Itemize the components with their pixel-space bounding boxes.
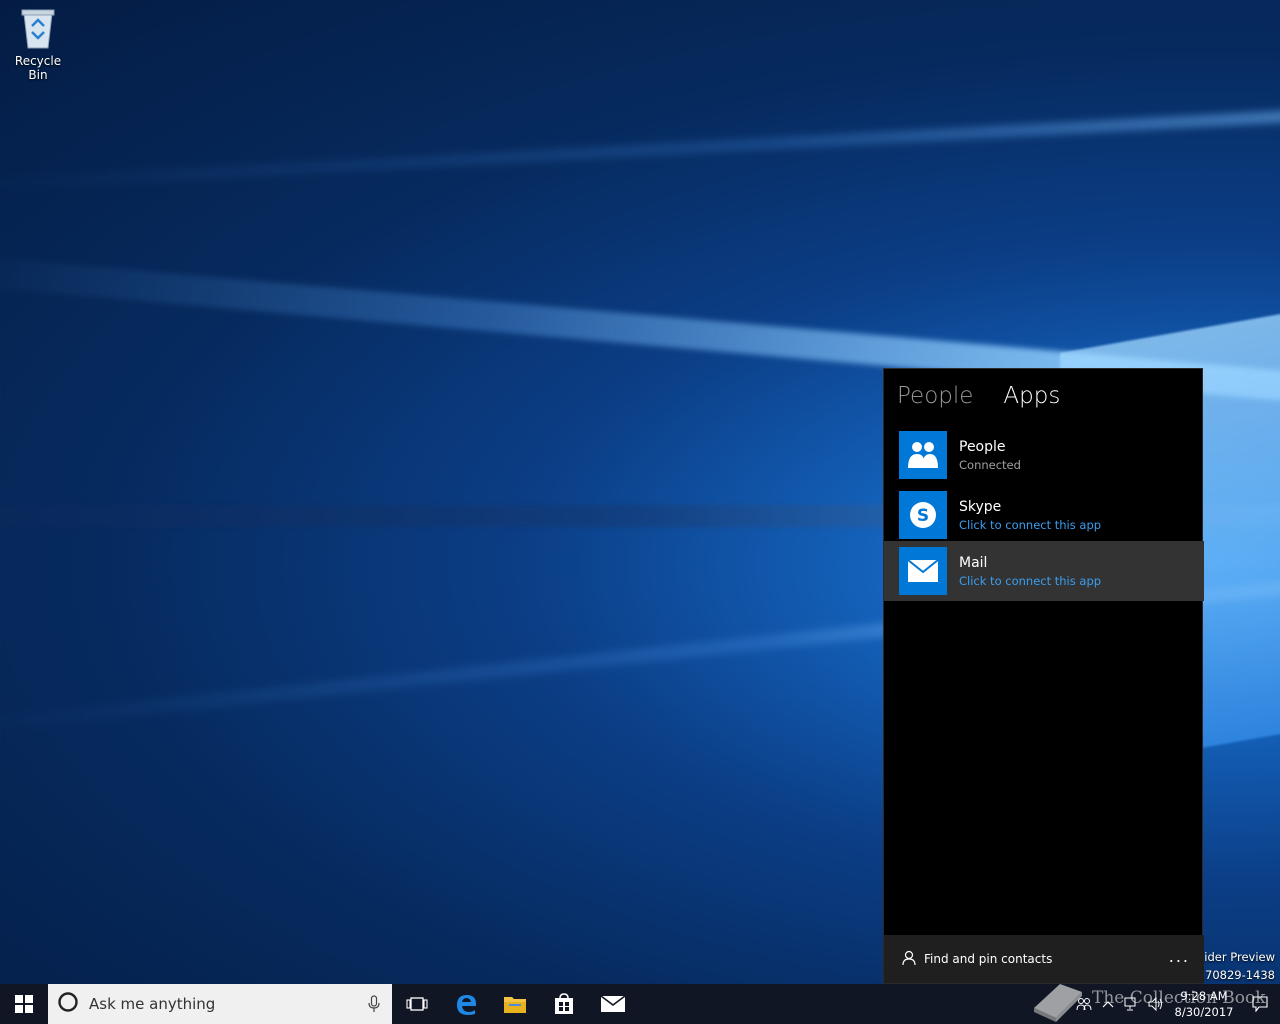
- tab-apps[interactable]: Apps: [1003, 383, 1060, 425]
- app-name: People: [959, 438, 1006, 455]
- store-button[interactable]: [539, 984, 588, 1024]
- file-explorer-button[interactable]: [490, 984, 539, 1024]
- mail-button[interactable]: [588, 984, 637, 1024]
- app-status: Connected: [959, 457, 1021, 472]
- app-row-people[interactable]: People Connected: [884, 425, 1204, 485]
- edge-button[interactable]: [441, 984, 490, 1024]
- flyout-footer: Find and pin contacts ...: [884, 935, 1204, 983]
- svg-text:S: S: [917, 506, 929, 526]
- task-view-button[interactable]: [392, 984, 441, 1024]
- person-icon: [902, 950, 916, 969]
- folder-icon: [503, 997, 526, 1013]
- cortana-search-box[interactable]: Ask me anything: [48, 984, 392, 1024]
- cortana-icon: [57, 991, 79, 1017]
- connect-app-link[interactable]: Click to connect this app: [959, 518, 1101, 532]
- app-row-mail[interactable]: Mail Click to connect this app: [884, 541, 1204, 601]
- recycle-bin-label: Recycle Bin: [14, 54, 62, 82]
- wallpaper-beam: [0, 109, 1280, 192]
- find-and-pin-contacts-button[interactable]: Find and pin contacts: [902, 950, 1052, 969]
- book-logo-icon: [1030, 978, 1086, 1024]
- store-icon: [554, 993, 573, 1014]
- microphone-icon[interactable]: [368, 995, 380, 1017]
- mail-icon: [600, 995, 625, 1012]
- app-row-skype[interactable]: S Skype Click to connect this app: [884, 485, 1204, 545]
- connect-app-link[interactable]: Click to connect this app: [959, 574, 1101, 588]
- skype-icon: S: [899, 491, 947, 539]
- desktop-icon-recycle-bin[interactable]: Recycle Bin: [4, 6, 72, 82]
- windows-icon: [15, 995, 33, 1013]
- more-options-button[interactable]: ...: [1169, 947, 1190, 966]
- start-button[interactable]: [0, 984, 48, 1024]
- recycle-bin-icon: [18, 6, 58, 50]
- app-name: Mail: [959, 554, 988, 571]
- task-view-icon: [405, 997, 428, 1011]
- edge-icon: [456, 995, 476, 1015]
- app-name: Skype: [959, 498, 1002, 515]
- mail-icon: [899, 547, 947, 595]
- people-icon: [899, 431, 947, 479]
- taskbar: Ask me anything 9:28 AM 8/30/2017: [0, 984, 1280, 1024]
- people-flyout: People Apps People Connected S Skype Cli…: [883, 368, 1204, 984]
- tab-people[interactable]: People: [897, 383, 973, 425]
- flyout-tabs: People Apps: [884, 369, 1202, 425]
- search-placeholder: Ask me anything: [89, 995, 216, 1013]
- find-contacts-label: Find and pin contacts: [924, 952, 1053, 966]
- brand-watermark: The Collection Book: [1092, 988, 1266, 1008]
